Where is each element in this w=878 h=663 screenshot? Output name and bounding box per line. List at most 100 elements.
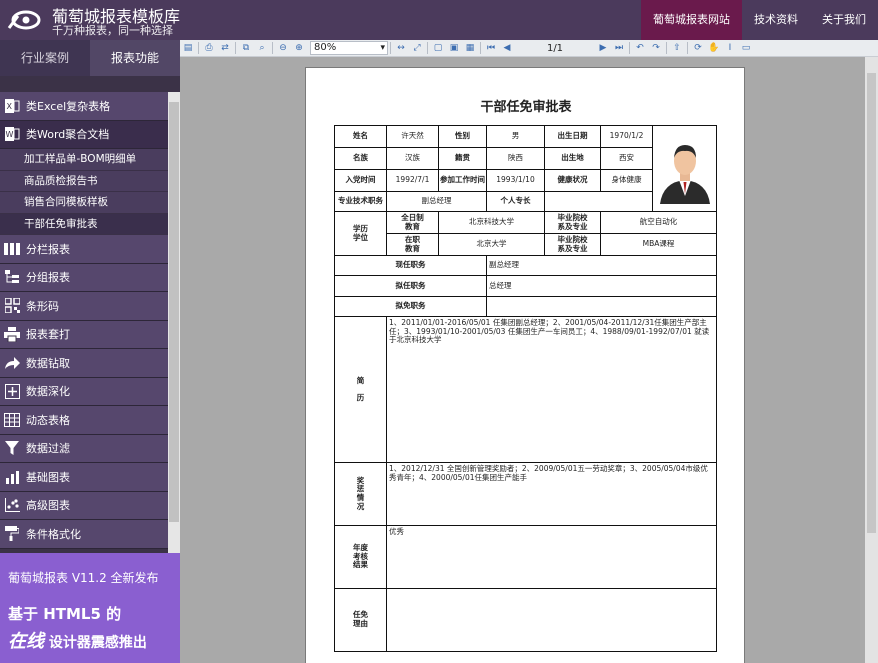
sidebar-item-group[interactable]: 分组报表 — [0, 263, 168, 292]
viewer-scrollbar-thumb[interactable] — [867, 73, 876, 533]
nav-about[interactable]: 关于我们 — [810, 0, 878, 40]
logo-subtitle: 千万种报表，同一种选择 — [52, 24, 173, 37]
pan-hand-icon[interactable]: ✋ — [707, 42, 721, 55]
sidebar-item-word[interactable]: W 类Word聚合文档 — [0, 120, 168, 149]
form-row: 拟任职务 总经理 — [334, 275, 717, 297]
promo-banner[interactable]: 葡萄城报表 V11.2 全新发布 基于 HTML5 的 在线 设计器震感推出 — [0, 553, 180, 663]
form-row: 现任职务 副总经理 — [334, 255, 717, 276]
value-annual-review: 优秀 — [386, 525, 717, 589]
prev-page-icon[interactable]: ◀ — [500, 42, 514, 55]
fit-width-icon[interactable]: ↔ — [394, 42, 408, 55]
label-party: 入党时间 — [334, 169, 387, 192]
copy-icon[interactable]: ⧉ — [239, 42, 253, 55]
forward-icon[interactable]: ↷ — [649, 42, 663, 55]
toolbar-separator — [427, 42, 428, 54]
filter-icon — [3, 439, 21, 457]
export-icon[interactable]: ⇄ — [218, 42, 232, 55]
sidebar-scrollbar-thumb[interactable] — [169, 102, 179, 522]
value-health: 身体健康 — [600, 169, 653, 192]
value-resume: 1、2011/01/01-2016/05/01 任集团副总经理；2、2001/0… — [386, 316, 717, 463]
sidebar-item-columns[interactable]: 分栏报表 — [0, 235, 168, 264]
sidebar-item-excel[interactable]: X 类Excel复杂表格 — [0, 92, 168, 121]
zoom-select[interactable]: 80% — [310, 41, 388, 55]
toolbar-separator — [480, 42, 481, 54]
parent-report-icon[interactable]: ⇧ — [670, 42, 684, 55]
selection-icon[interactable]: I — [723, 42, 737, 55]
sidebar-item-dynamic-table[interactable]: 动态表格 — [0, 406, 168, 435]
value-work: 1993/1/10 — [486, 169, 545, 192]
snapshot-icon[interactable]: ▭ — [739, 42, 753, 55]
sidebar-item-barcode[interactable]: 条形码 — [0, 292, 168, 321]
form-row: 学历 学位 全日制 教育 北京科技大学 毕业院校 系及专业 航空自动化 — [334, 211, 717, 256]
tab-industry-cases[interactable]: 行业案例 — [0, 40, 90, 76]
sidebar-item-label: 报表套打 — [26, 328, 70, 342]
sidebar-subitem-quality-report[interactable]: 商品质检报告书 — [0, 170, 168, 192]
label-school-major-2: 毕业院校 系及专业 — [544, 233, 601, 256]
sidebar-list: X 类Excel复杂表格 W 类Word聚合文档 加工样品单-BOM明细单 商品… — [0, 92, 168, 549]
fit-page-icon[interactable]: ⤢ — [410, 42, 424, 55]
promo-release-text: 葡萄城报表 V11.2 全新发布 — [8, 571, 159, 585]
multi-page-icon[interactable]: ▦ — [463, 42, 477, 55]
sidebar-item-print[interactable]: 报表套打 — [0, 320, 168, 349]
value-inservice-school: 北京大学 — [438, 233, 545, 256]
single-page-icon[interactable]: ▢ — [431, 42, 445, 55]
label-title: 专业技术职务 — [334, 191, 387, 212]
toggle-sidebar-icon[interactable]: ▤ — [181, 42, 195, 55]
paint-roller-icon — [3, 525, 21, 543]
sidebar-subitem-sales-contract[interactable]: 销售合同模板样板 — [0, 192, 168, 214]
portrait-photo — [654, 133, 715, 204]
sidebar-subitem-bom[interactable]: 加工样品单-BOM明细单 — [0, 149, 168, 171]
page-number[interactable]: 1/1 — [515, 43, 595, 54]
sidebar-item-label: 数据过滤 — [26, 442, 70, 456]
expand-icon — [3, 382, 21, 400]
logo[interactable]: 葡萄城报表模板库 千万种报表，同一种选择 — [0, 0, 180, 40]
zoom-out-icon[interactable]: ⊖ — [276, 42, 290, 55]
group-icon — [3, 268, 21, 286]
promo-subheadline: 在线 设计器震感推出 — [8, 627, 147, 653]
form-row: 任免 理由 — [334, 588, 717, 652]
sidebar-item-conditional-format[interactable]: 条件格式化 — [0, 520, 168, 549]
refresh-icon[interactable]: ⟳ — [691, 42, 705, 55]
toolbar-separator — [235, 42, 236, 54]
sidebar-subitem-cadre-approval[interactable]: 干部任免审批表 — [0, 213, 168, 235]
zoom-in-icon[interactable]: ⊕ — [292, 42, 306, 55]
last-page-icon[interactable]: ⏭ — [612, 42, 626, 55]
top-bar: 葡萄城报表模板库 千万种报表，同一种选择 葡萄城报表网站 技术资料 关于我们 — [0, 0, 878, 40]
value-fulltime-school: 北京科技大学 — [438, 211, 545, 234]
print-icon[interactable]: ⎙ — [202, 42, 216, 55]
first-page-icon[interactable]: ⏮ — [484, 42, 498, 55]
label-name: 姓名 — [334, 125, 387, 148]
next-page-icon[interactable]: ▶ — [596, 42, 610, 55]
back-icon[interactable]: ↶ — [633, 42, 647, 55]
value-current-position: 副总经理 — [486, 255, 717, 276]
value-reason — [386, 588, 717, 652]
sidebar-item-advanced-chart[interactable]: 高级图表 — [0, 491, 168, 520]
sidebar-item-label: 基础图表 — [26, 470, 70, 484]
sidebar-item-label: 数据钻取 — [26, 356, 70, 370]
tab-report-features[interactable]: 报表功能 — [90, 40, 180, 76]
columns-icon — [3, 240, 21, 258]
label-resume: 简 历 — [334, 316, 387, 463]
report-title: 干部任免审批表 — [480, 100, 572, 115]
continuous-icon[interactable]: ▣ — [447, 42, 461, 55]
form-row: 在职 教育 北京大学 毕业院校 系及专业 MBA课程 — [335, 233, 717, 256]
bar-chart-icon — [3, 468, 21, 486]
find-icon[interactable]: ⌕ — [255, 42, 269, 55]
approval-form-table: 姓名 许天然 性别 男 出生日期 1970/1/2 名族 汉族 籍贯 陕西 出生… — [334, 125, 717, 652]
promo-headline: 基于 HTML5 的 — [8, 605, 122, 623]
nav-tech-docs[interactable]: 技术资料 — [742, 0, 810, 40]
value-inservice-major: MBA课程 — [600, 233, 717, 256]
value-ethnic: 汉族 — [386, 147, 439, 170]
label-fulltime: 全日制 教育 — [386, 211, 439, 234]
sidebar-item-label: 高级图表 — [26, 499, 70, 513]
sidebar-item-filter[interactable]: 数据过滤 — [0, 434, 168, 463]
toolbar-separator — [629, 42, 630, 54]
label-specialty: 个人专长 — [486, 191, 545, 212]
sidebar-item-basic-chart[interactable]: 基础图表 — [0, 463, 168, 492]
report-page: 干部任免审批表 姓名 许天然 性别 男 出生日期 1970/1/2 名族 汉族 … — [305, 67, 745, 663]
sidebar-item-drill[interactable]: 数据钻取 — [0, 349, 168, 378]
nav-site[interactable]: 葡萄城报表网站 — [641, 0, 742, 40]
sidebar-item-deepen[interactable]: 数据深化 — [0, 377, 168, 406]
label-birth: 出生日期 — [544, 125, 601, 148]
sidebar-item-label: 分栏报表 — [26, 242, 70, 256]
